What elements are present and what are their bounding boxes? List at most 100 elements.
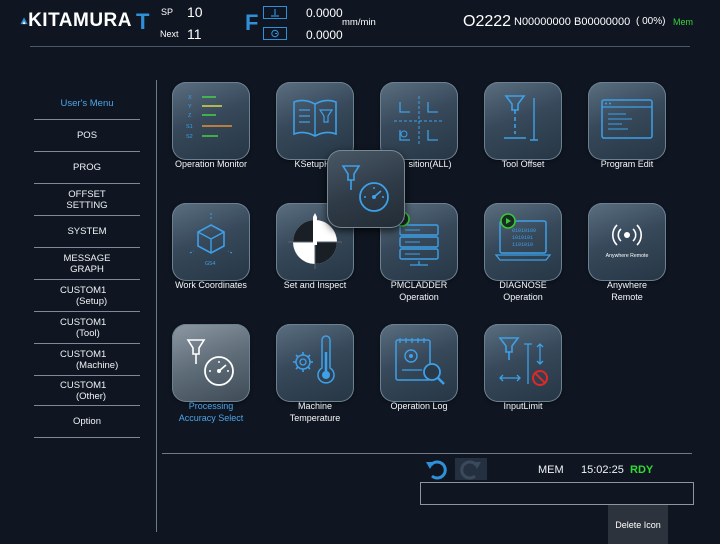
ksetup-help-icon [293, 99, 337, 137]
brand-name: KITAMURA [28, 10, 132, 31]
tile-label-operation-monitor: Operation Monitor [174, 159, 248, 169]
input-limit-icon [498, 337, 548, 386]
dragging-tile[interactable] [327, 150, 405, 228]
side-item-pos[interactable]: POS [34, 120, 140, 152]
sp-value: 10 [187, 4, 203, 20]
tile-label-anywhere-remote: Anywhere Remote [606, 280, 648, 302]
side-item-label-2: (Tool) [76, 327, 100, 339]
side-item-label: POS [76, 130, 98, 141]
side-item-label-2: (Other) [76, 390, 107, 402]
tile-label-tool-offset: Tool Offset [501, 159, 545, 169]
tile-label-input-limit: InputLimit [503, 401, 543, 411]
anywhere-remote-badge: Anywhere Remote [606, 253, 649, 259]
side-item-label: CUSTOM1 [60, 284, 107, 296]
sp-label: SP [161, 7, 174, 17]
tile-tool-offset[interactable] [484, 82, 562, 160]
tile-label-processing-accuracy-select: Processing Accuracy Select [178, 401, 244, 423]
tile-diagnose[interactable]: 01010100 1010101 1101010 [484, 203, 562, 281]
axis-label-s2: S2 [186, 134, 193, 140]
axis-label-z: Z [188, 113, 192, 119]
side-item-custom1-machine[interactable]: CUSTOM1 (Machine) [34, 344, 140, 376]
next-value: 11 [187, 26, 202, 42]
sequence-number: N00000000 [514, 16, 571, 28]
tile-label-operation-log: Operation Log [390, 401, 448, 411]
tile-work-coordinates[interactable]: G54 [172, 203, 250, 281]
status-ready: RDY [630, 464, 654, 476]
kitamura-logo-icon [20, 17, 28, 25]
brand-logo: KITAMURA [20, 10, 132, 32]
side-item-label: SYSTEM [67, 226, 107, 237]
delete-icon-label: Delete Icon [615, 519, 661, 530]
program-number: O2222 [463, 13, 512, 30]
svg-text:1010101: 1010101 [512, 235, 533, 241]
redo-button[interactable] [455, 458, 487, 480]
tile-input-limit[interactable] [484, 324, 562, 402]
side-item-custom1-other[interactable]: CUSTOM1 (Other) [34, 376, 140, 406]
tile-label-program-edit: Program Edit [600, 159, 654, 169]
tile-machine-temperature[interactable] [276, 324, 354, 402]
status-divider [162, 453, 692, 454]
tile-operation-log[interactable] [380, 324, 458, 402]
tile-ksetup-help[interactable] [276, 82, 354, 160]
tile-program-edit[interactable] [588, 82, 666, 160]
position-all-icon [394, 96, 442, 144]
tile-operation-monitor[interactable]: X Y Z S1 S2 [172, 82, 250, 160]
svg-text:01010100: 01010100 [512, 228, 536, 234]
feed-per-min-icon [263, 6, 287, 19]
override-percent: ( 00%) [636, 16, 666, 27]
axis-label-y: Y [188, 104, 192, 110]
feed-unit: mm/min [342, 17, 376, 28]
feed-per-rev-icon [263, 27, 287, 40]
operation-monitor-icon: X Y Z S1 S2 [186, 95, 232, 140]
command-input[interactable] [420, 482, 694, 505]
tile-label-work-coordinates: Work Coordinates [175, 280, 247, 290]
axis-label-s1: S1 [186, 124, 193, 130]
side-item-prog[interactable]: PROG [34, 152, 140, 184]
anywhere-remote-icon: Anywhere Remote [606, 224, 649, 259]
side-item-custom1-setup[interactable]: CUSTOM1 (Setup) [34, 280, 140, 312]
side-item-label-2: SETTING [66, 199, 108, 211]
tile-label-set-and-inspect: Set and Inspect [283, 280, 347, 290]
side-item-label: OFFSET [68, 188, 106, 200]
tile-anywhere-remote[interactable]: Anywhere Remote [588, 203, 666, 281]
side-item-label: PROG [73, 162, 101, 173]
undo-icon [426, 460, 447, 480]
side-item-option[interactable]: Option [34, 406, 140, 438]
side-item-system[interactable]: SYSTEM [34, 216, 140, 248]
svg-text:1101010: 1101010 [512, 242, 533, 248]
side-item-label: Option [73, 416, 101, 427]
tile-processing-accuracy-select[interactable] [172, 324, 250, 402]
side-item-label: MESSAGE [63, 252, 111, 264]
processing-accuracy-icon [186, 339, 234, 386]
next-label: Next [160, 29, 179, 39]
undo-button[interactable] [424, 458, 448, 480]
feed-letter: F [245, 10, 259, 35]
status-mode: MEM [538, 464, 564, 476]
side-item-label-2: (Setup) [76, 295, 108, 307]
side-item-label-2: GRAPH [70, 263, 104, 275]
operation-log-icon [395, 338, 445, 385]
tile-label-machine-temperature: Machine Temperature [289, 401, 341, 423]
side-item-offset-setting[interactable]: OFFSET SETTING [34, 184, 140, 216]
tile-position-all[interactable] [380, 82, 458, 160]
diagnose-icon: 01010100 1010101 1101010 [494, 213, 552, 261]
tool-letter: T [136, 9, 150, 34]
feed-value-2: 0.0000 [306, 28, 343, 42]
redo-icon [460, 460, 481, 480]
side-item-custom1-tool[interactable]: CUSTOM1 (Tool) [34, 312, 140, 344]
sidebar-divider [156, 80, 157, 532]
delete-icon-button[interactable]: Delete Icon [608, 505, 668, 544]
side-item-label: CUSTOM1 [60, 348, 107, 360]
mode-indicator: Mem [673, 17, 693, 27]
side-item-users-menu[interactable]: User's Menu [34, 88, 140, 120]
block-number: B00000000 [574, 16, 631, 28]
side-item-label-2: (Machine) [76, 359, 119, 371]
work-coordinates-icon: G54 [189, 213, 233, 267]
status-time: 15:02:25 [581, 464, 624, 476]
tile-label-pmcladder: PMCLADDER Operation [390, 280, 448, 302]
tile-label-diagnose: DIAGNOSE Operation [499, 280, 547, 302]
tool-offset-icon [504, 95, 538, 141]
side-item-message-graph[interactable]: MESSAGE GRAPH [34, 248, 140, 280]
program-edit-icon [601, 99, 653, 139]
processing-accuracy-icon [341, 165, 389, 212]
